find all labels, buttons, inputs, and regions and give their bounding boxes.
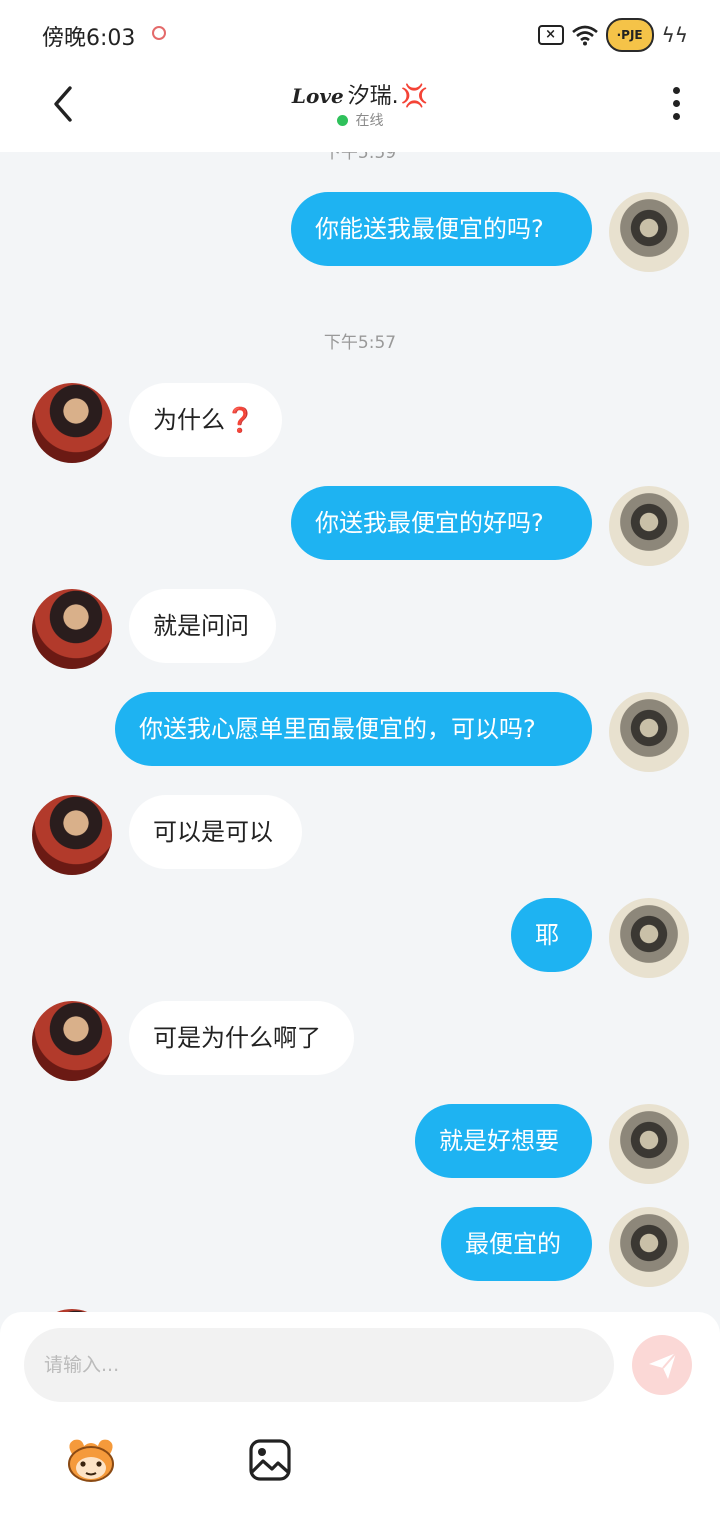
my-avatar[interactable] — [609, 486, 689, 566]
message-bubble-incoming[interactable]: 可以是可以 — [129, 795, 302, 869]
title-prefix: Love — [291, 84, 344, 108]
my-avatar[interactable] — [609, 692, 689, 772]
message-bubble-outgoing[interactable]: 你能送我最便宜的吗? — [291, 192, 592, 266]
contact-avatar[interactable] — [32, 589, 112, 669]
status-icons: × ·PJE ϟϟ — [537, 16, 688, 54]
sim-off-icon: × — [537, 25, 564, 45]
status-bar: 傍晚6:03 × ·PJE ϟϟ — [0, 0, 720, 70]
message-bubble-incoming[interactable]: 可是为什么啊了 — [129, 1001, 354, 1075]
online-status-label: 在线 — [355, 113, 384, 129]
message-list[interactable]: 下午5:59 你能送我最便宜的吗? 下午5:57 为什么❓ 你送我最便宜的好吗?… — [0, 152, 720, 1312]
image-picker-icon[interactable] — [248, 1438, 292, 1482]
more-options-button[interactable] — [666, 84, 686, 124]
anger-emoji-icon: 💢 — [400, 84, 429, 109]
message-bubble-outgoing[interactable]: 你送我最便宜的好吗? — [291, 486, 592, 560]
my-avatar[interactable] — [609, 192, 689, 272]
contact-name: Love 汐瑞.💢 — [0, 78, 720, 110]
message-bubble-outgoing[interactable]: 你送我心愿单里面最便宜的，可以吗? — [115, 692, 592, 766]
battery-pet-icon: ·PJE — [605, 18, 654, 52]
message-input[interactable] — [24, 1328, 614, 1402]
dot-icon — [673, 113, 680, 120]
status-time: 傍晚6:03 — [42, 26, 136, 51]
dot-icon — [673, 87, 680, 94]
contact-avatar[interactable] — [32, 1001, 112, 1081]
emoji-sticker-icon[interactable] — [62, 1436, 120, 1484]
message-bubble-incoming[interactable]: 为什么❓ — [129, 383, 282, 457]
message-bubble-incoming[interactable]: 就是问问 — [129, 589, 276, 663]
online-dot-icon — [336, 114, 348, 126]
dot-icon — [673, 100, 680, 107]
message-bubble-outgoing[interactable]: 耶 — [511, 898, 592, 972]
my-avatar[interactable] — [609, 898, 689, 978]
contact-avatar[interactable] — [32, 795, 112, 875]
online-status: 在线 — [0, 110, 720, 130]
composer — [0, 1312, 720, 1520]
send-icon — [649, 1352, 677, 1379]
notification-app-icon — [152, 26, 166, 40]
charging-icon: ϟϟ — [661, 23, 688, 47]
send-button[interactable] — [632, 1335, 692, 1395]
title-name: 汐瑞. — [347, 84, 399, 109]
message-bubble-outgoing[interactable]: 就是好想要 — [415, 1104, 592, 1178]
contact-avatar[interactable] — [32, 383, 112, 463]
wifi-icon — [571, 25, 598, 46]
timestamp-partial: 下午5:59 — [323, 152, 397, 163]
chat-header: Love 汐瑞.💢 在线 — [0, 70, 720, 152]
my-avatar[interactable] — [609, 1207, 689, 1287]
my-avatar[interactable] — [609, 1104, 689, 1184]
timestamp: 下午5:57 — [323, 333, 397, 353]
message-bubble-outgoing[interactable]: 最便宜的 — [441, 1207, 592, 1281]
